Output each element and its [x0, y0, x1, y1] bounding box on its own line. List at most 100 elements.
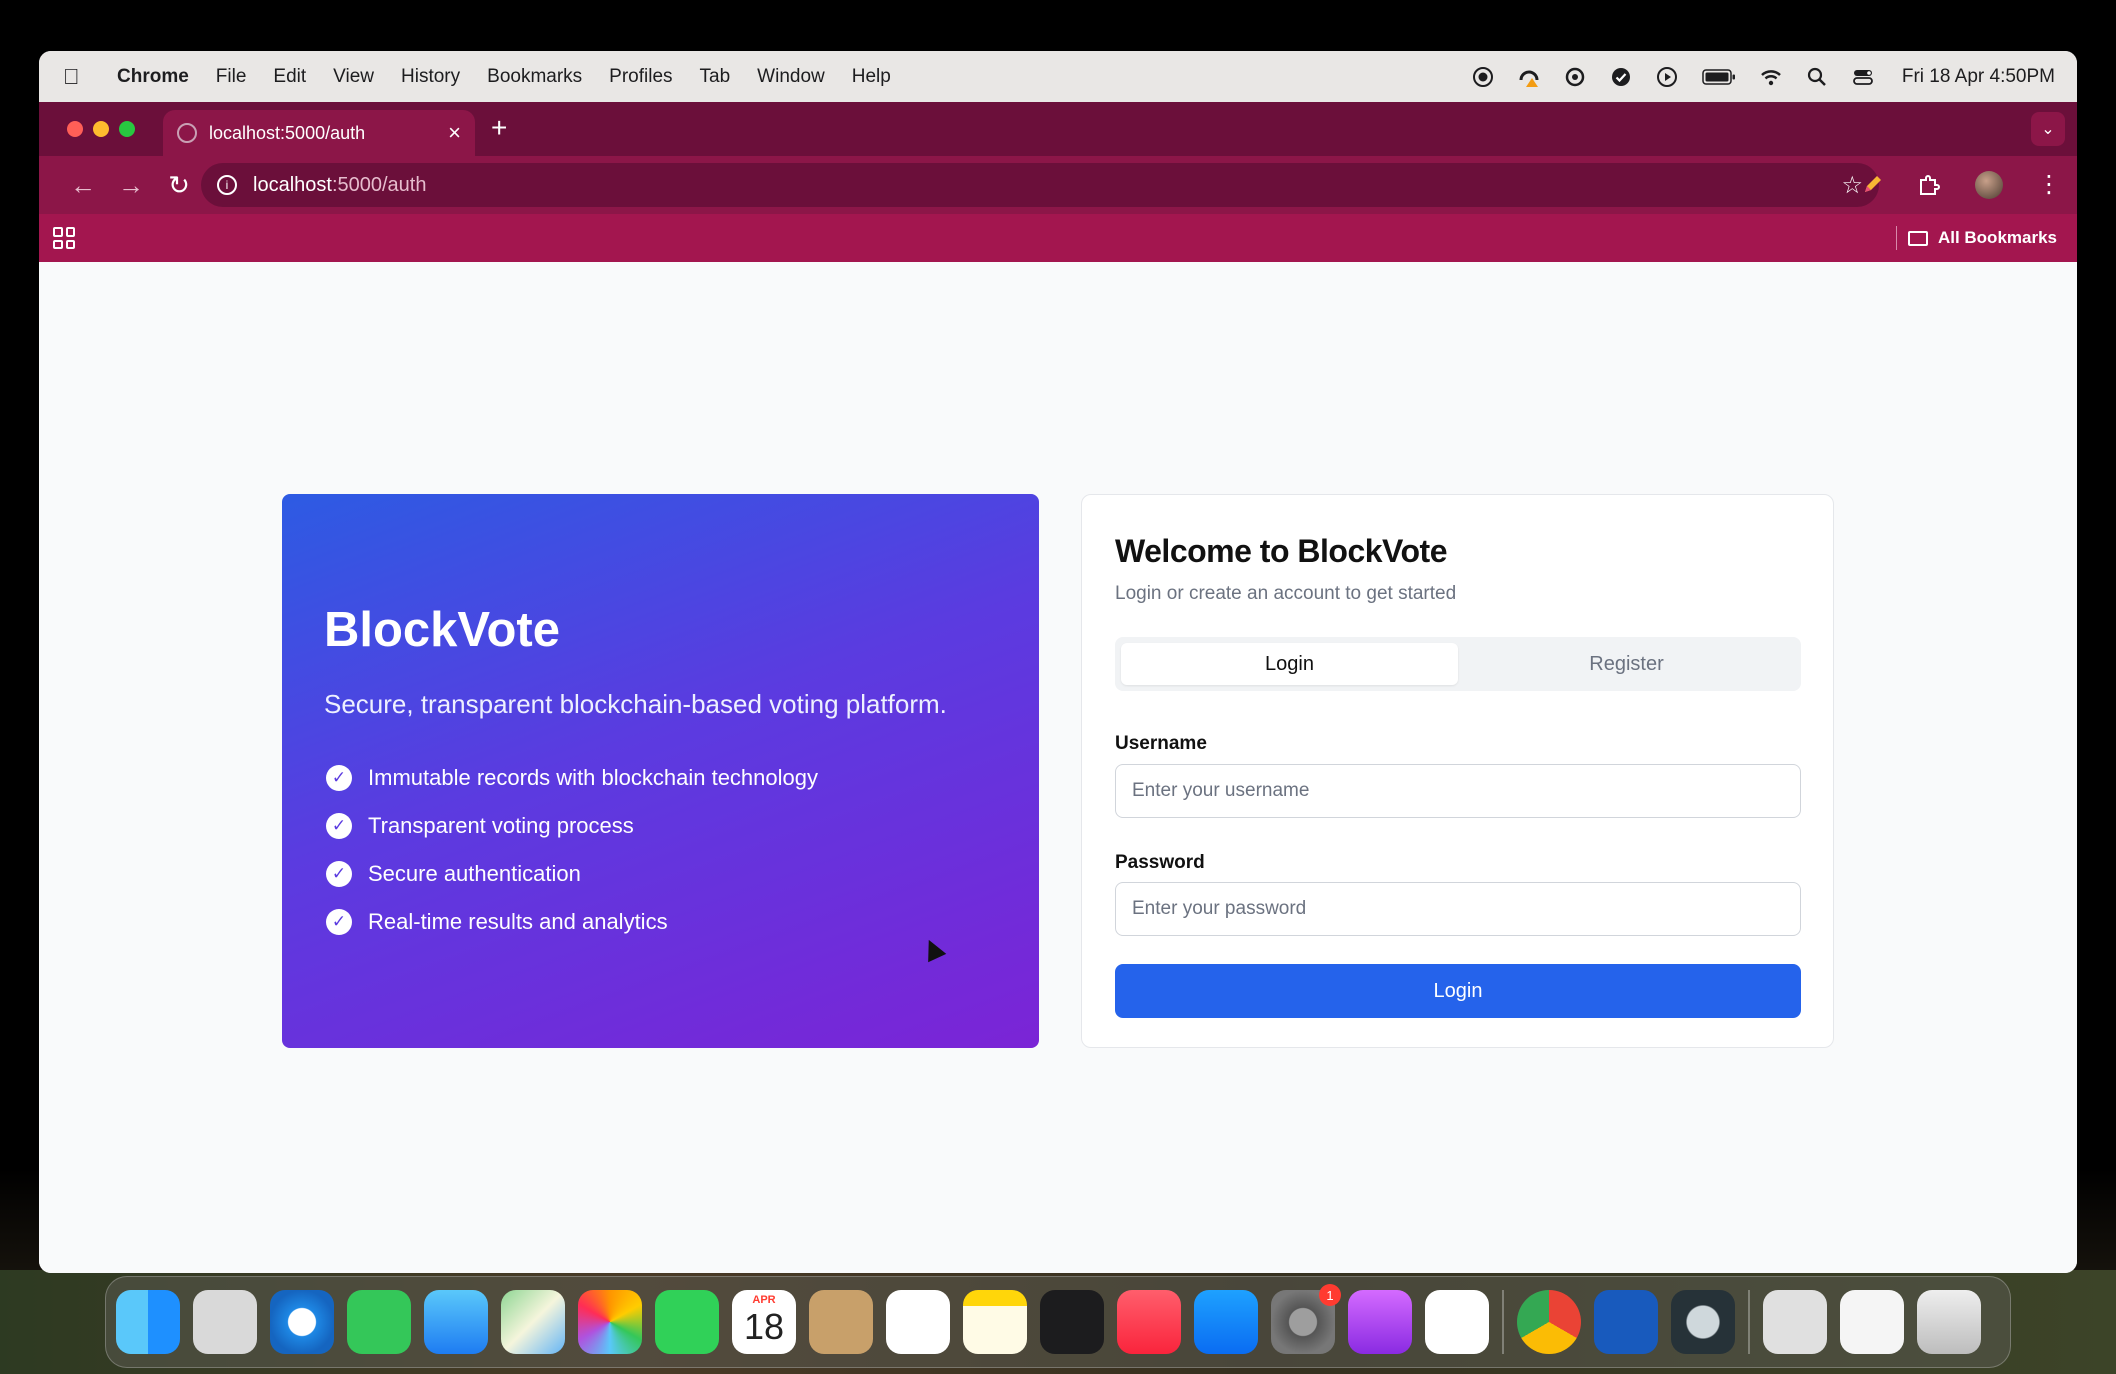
- chrome-window:  Chrome File Edit View History Bookmark…: [39, 51, 2077, 1273]
- dock-separator: [1748, 1290, 1750, 1354]
- facetime-icon[interactable]: [655, 1290, 719, 1354]
- menu-view[interactable]: View: [333, 66, 374, 88]
- system-settings-icon[interactable]: 1: [1271, 1284, 1341, 1354]
- minimize-window-button[interactable]: [93, 121, 109, 137]
- contacts-icon[interactable]: [809, 1290, 873, 1354]
- quicktime-icon[interactable]: [1671, 1290, 1735, 1354]
- menu-history[interactable]: History: [401, 66, 460, 88]
- apple-tv-icon[interactable]: [1040, 1290, 1104, 1354]
- calendar-icon[interactable]: APR 18: [732, 1290, 796, 1354]
- dock-separator: [1502, 1290, 1504, 1354]
- check-circle-icon: ✓: [326, 813, 352, 839]
- bookmarks-bar: All Bookmarks: [39, 214, 2077, 262]
- menu-help[interactable]: Help: [852, 66, 891, 88]
- username-label: Username: [1115, 733, 1207, 754]
- finder-icon[interactable]: [116, 1290, 180, 1354]
- menu-app-name[interactable]: Chrome: [117, 66, 189, 88]
- page-content: BlockVote Secure, transparent blockchain…: [39, 262, 2077, 1273]
- window-controls: [67, 121, 135, 137]
- reminders-icon[interactable]: [886, 1290, 950, 1354]
- menu-window[interactable]: Window: [757, 66, 825, 88]
- tab-search-chevron-icon[interactable]: ⌄: [2031, 112, 2065, 146]
- extensions-puzzle-icon[interactable]: [1917, 173, 1941, 197]
- app-store-icon[interactable]: [1194, 1290, 1258, 1354]
- chrome-menu-icon[interactable]: ⋮: [2037, 173, 2061, 197]
- login-submit-button[interactable]: Login: [1115, 964, 1801, 1018]
- close-tab-icon[interactable]: ×: [448, 120, 461, 146]
- profile-avatar[interactable]: [1975, 171, 2003, 199]
- apple-menu-icon[interactable]: : [63, 64, 83, 90]
- zoom-window-button[interactable]: [119, 121, 135, 137]
- launchpad-icon[interactable]: [193, 1290, 257, 1354]
- menu-bookmarks[interactable]: Bookmarks: [487, 66, 582, 88]
- hero-title: BlockVote: [324, 603, 560, 657]
- password-input[interactable]: [1115, 882, 1801, 936]
- browser-toolbar: ← → ↻ i localhost:5000/auth ☆ ⋮: [39, 156, 2077, 214]
- spotlight-search-icon[interactable]: [1806, 66, 1828, 88]
- macos-dock: APR 18 1: [105, 1276, 2011, 1368]
- feature-list: ✓ Immutable records with blockchain techn…: [326, 754, 818, 946]
- all-bookmarks-button[interactable]: All Bookmarks: [1907, 214, 2057, 262]
- auth-tabs: Login Register: [1115, 637, 1801, 691]
- music-file-icon[interactable]: [1763, 1290, 1827, 1354]
- address-bar[interactable]: i localhost:5000/auth ☆: [201, 163, 1879, 207]
- url-path: :5000/auth: [331, 173, 427, 196]
- close-window-button[interactable]: [67, 121, 83, 137]
- browser-tab-active[interactable]: localhost:5000/auth ×: [163, 110, 475, 156]
- site-info-icon[interactable]: i: [217, 175, 237, 195]
- safari-icon[interactable]: [270, 1290, 334, 1354]
- bookmarks-divider: [1896, 226, 1897, 250]
- chrome-icon[interactable]: [1517, 1290, 1581, 1354]
- menu-edit[interactable]: Edit: [273, 66, 306, 88]
- toolbar-actions: ⋮: [1861, 156, 2061, 214]
- messages-icon[interactable]: [347, 1290, 411, 1354]
- play-icon[interactable]: [1656, 66, 1678, 88]
- record-icon[interactable]: [1472, 66, 1494, 88]
- recent-window-icon[interactable]: [1840, 1290, 1904, 1354]
- feature-item: ✓ Transparent voting process: [326, 802, 818, 850]
- globe-icon: [177, 123, 197, 143]
- calendar-day: 18: [743, 1306, 785, 1347]
- calendar-month: APR: [752, 1294, 776, 1306]
- feature-text: Real-time results and analytics: [368, 909, 668, 934]
- vpn-warning-icon[interactable]: [1518, 66, 1540, 88]
- notes-icon[interactable]: [963, 1290, 1027, 1354]
- control-center-icon[interactable]: [1852, 66, 1874, 88]
- username-input[interactable]: [1115, 764, 1801, 818]
- auth-subtitle: Login or create an account to get starte…: [1115, 583, 1457, 604]
- mail-icon[interactable]: [424, 1290, 488, 1354]
- feature-item: ✓ Real-time results and analytics: [326, 898, 818, 946]
- menu-file[interactable]: File: [216, 66, 247, 88]
- tab-title: localhost:5000/auth: [209, 122, 366, 143]
- menu-profiles[interactable]: Profiles: [609, 66, 672, 88]
- tab-register[interactable]: Register: [1458, 643, 1795, 685]
- podcasts-icon[interactable]: [1348, 1290, 1412, 1354]
- vscode-icon[interactable]: [1425, 1290, 1489, 1354]
- macos-menu-bar:  Chrome File Edit View History Bookmark…: [39, 51, 2077, 102]
- reload-icon[interactable]: ↻: [155, 170, 203, 201]
- trash-icon[interactable]: [1917, 1290, 1981, 1354]
- feature-text: Immutable records with blockchain techno…: [368, 765, 819, 790]
- maps-icon[interactable]: [501, 1290, 565, 1354]
- menubar-clock[interactable]: Fri 18 Apr 4:50PM: [1902, 66, 2055, 88]
- forward-arrow-icon[interactable]: →: [107, 170, 155, 201]
- back-arrow-icon[interactable]: ←: [59, 170, 107, 201]
- apps-grid-icon[interactable]: [53, 227, 75, 249]
- check-circle-icon: ✓: [326, 909, 352, 935]
- menu-tab[interactable]: Tab: [700, 66, 731, 88]
- feature-text: Transparent voting process: [368, 813, 634, 838]
- photos-icon[interactable]: [578, 1290, 642, 1354]
- notification-badge: 1: [1319, 1284, 1341, 1306]
- check-circle-icon: ✓: [326, 765, 352, 791]
- checkmark-status-icon[interactable]: [1610, 66, 1632, 88]
- battery-icon[interactable]: [1702, 68, 1736, 86]
- pencil-extension-icon[interactable]: [1861, 174, 1883, 196]
- new-tab-icon[interactable]: +: [491, 112, 507, 144]
- word-icon[interactable]: [1594, 1290, 1658, 1354]
- all-bookmarks-label: All Bookmarks: [1937, 228, 2057, 247]
- bookmark-star-icon[interactable]: ☆: [1841, 171, 1863, 200]
- music-icon[interactable]: [1117, 1290, 1181, 1354]
- wifi-icon[interactable]: [1760, 66, 1782, 88]
- sync-icon[interactable]: [1564, 66, 1586, 88]
- tab-login[interactable]: Login: [1121, 643, 1458, 685]
